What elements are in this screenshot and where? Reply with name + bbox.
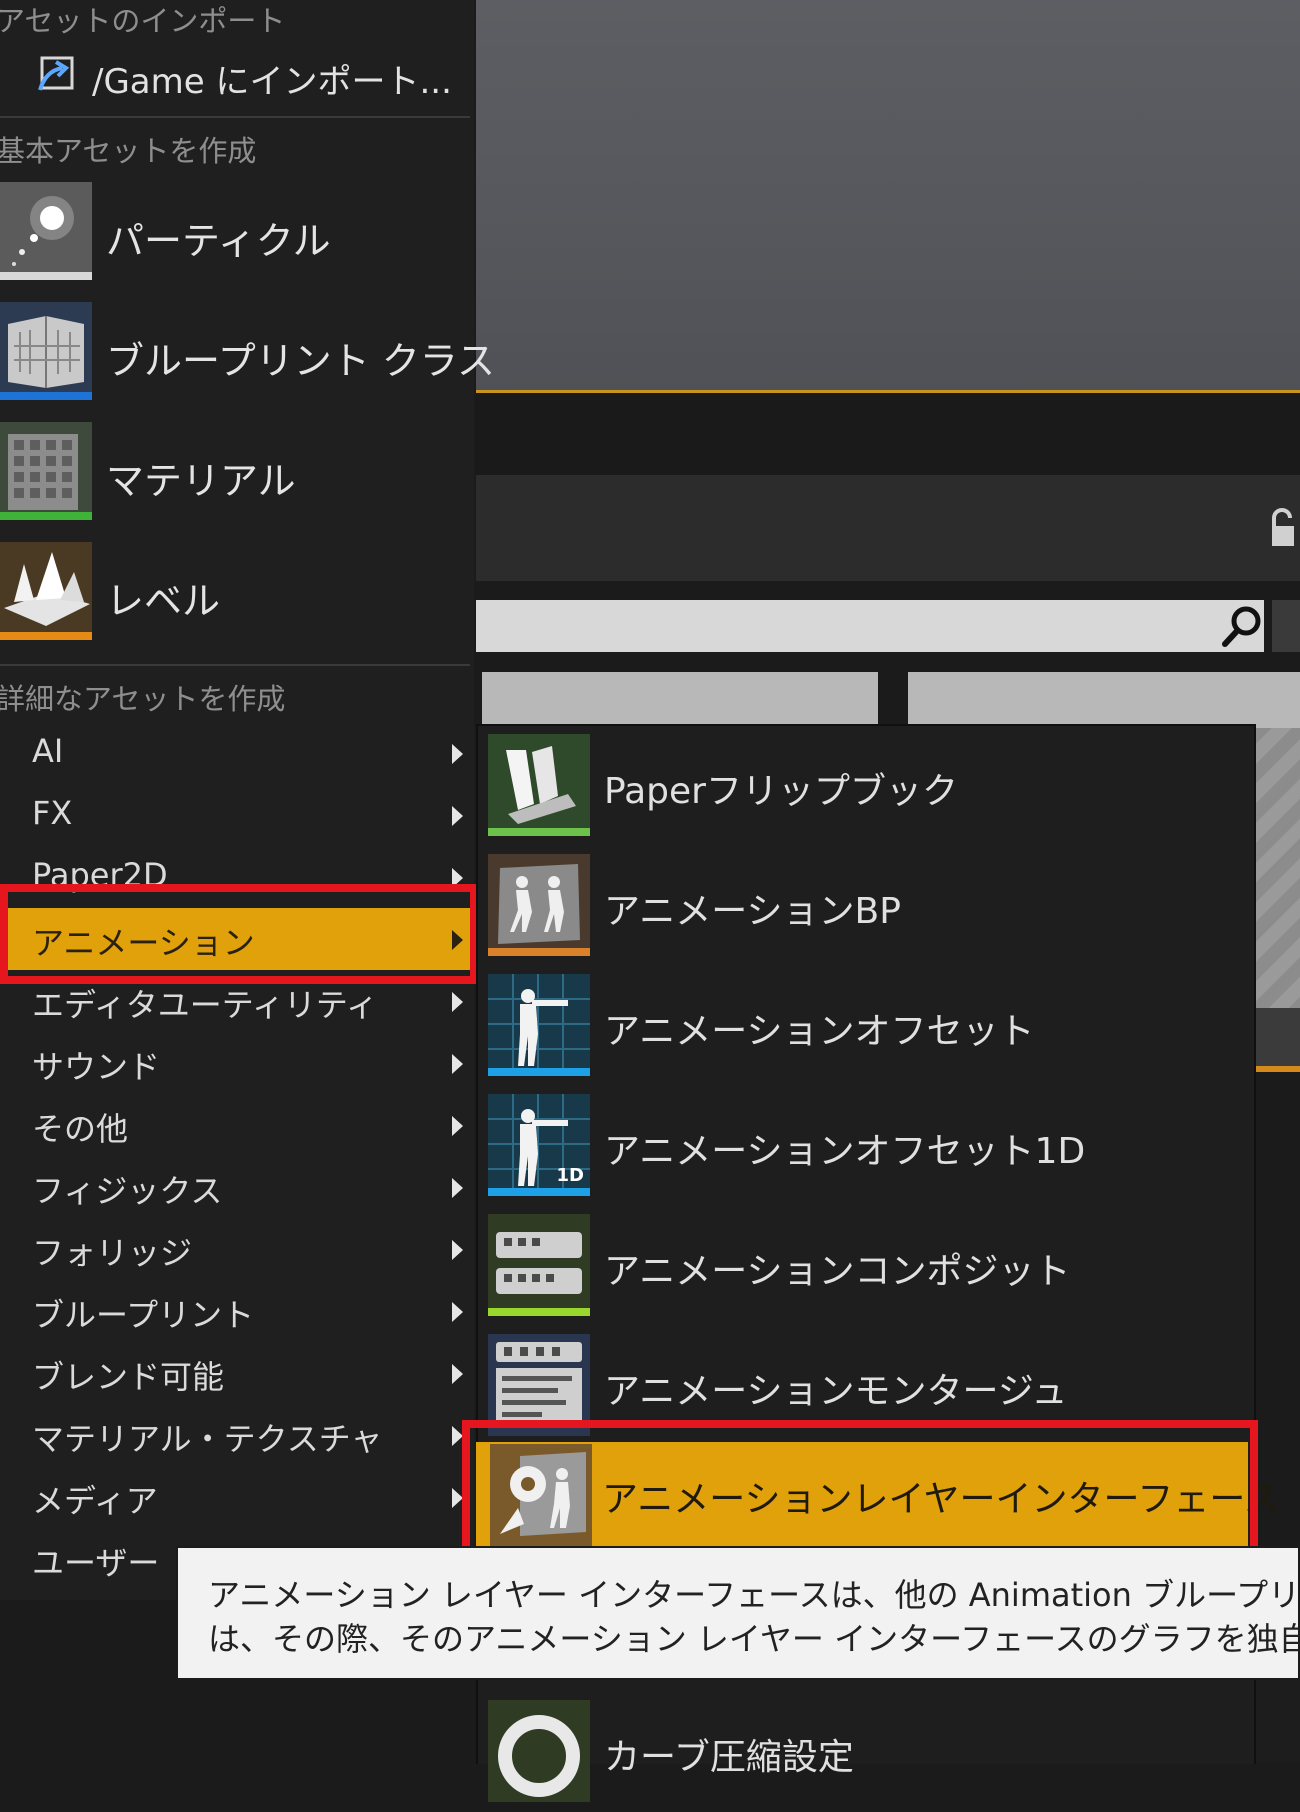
type-color-bar — [488, 1308, 590, 1316]
type-color-bar — [0, 272, 92, 280]
category-label: フォリッジ — [32, 1234, 193, 1272]
basic-item-level[interactable]: レベル — [0, 542, 470, 650]
category-fx[interactable]: FX — [0, 784, 470, 846]
content-browser-toolbar — [476, 475, 1300, 581]
basic-item-label: レベル — [106, 579, 221, 623]
type-color-bar — [0, 512, 92, 520]
category-ai[interactable]: AI — [0, 722, 470, 784]
submenu-item-paper-flipbook[interactable]: Paperフリップブック — [478, 726, 1254, 846]
submenu-item-animation-bp[interactable]: アニメーションBP — [478, 846, 1254, 966]
category-media[interactable]: メディア — [0, 1466, 470, 1528]
category-blueprint[interactable]: ブループリント — [0, 1280, 470, 1342]
submenu-item-aim-offset-1d[interactable]: 1D アニメーションオフセット1D — [478, 1086, 1254, 1206]
search-icon[interactable] — [1220, 603, 1264, 649]
section-header-basic: 基本アセットを作成 — [0, 134, 257, 168]
create-asset-menu: アセットのインポート /Game にインポート... 基本アセットを作成 パーテ… — [0, 0, 495, 1600]
menu-separator — [0, 116, 470, 118]
basic-item-material[interactable]: マテリアル — [0, 422, 470, 530]
chevron-right-icon — [452, 992, 463, 1012]
category-material-texture[interactable]: マテリアル・テクスチャ — [0, 1404, 470, 1466]
type-color-bar — [488, 1188, 590, 1196]
section-header-advanced: 詳細なアセットを作成 — [0, 682, 286, 716]
submenu-item-label: Paperフリップブック — [604, 771, 958, 812]
material-icon — [0, 422, 92, 520]
type-color-bar — [488, 828, 590, 836]
submenu-item-aim-offset[interactable]: アニメーションオフセット — [478, 966, 1254, 1086]
submenu-item-anim-composite[interactable]: アニメーションコンポジット — [478, 1206, 1254, 1326]
type-color-bar — [0, 392, 92, 400]
asset-search-input[interactable] — [476, 600, 1264, 652]
category-label: ブレンド可能 — [32, 1358, 225, 1396]
category-label: サウンド — [32, 1048, 161, 1086]
highlight-box-submenu-item — [462, 1420, 1258, 1566]
asset-view-header — [908, 672, 1300, 730]
submenu-item-label: アニメーションBP — [604, 891, 901, 932]
submenu-item-label: アニメーションオフセット — [604, 1011, 1035, 1052]
import-arrow-icon — [36, 54, 76, 94]
category-foliage[interactable]: フォリッジ — [0, 1218, 470, 1280]
chevron-right-icon — [452, 806, 463, 826]
content-browser-tabbar — [476, 393, 1300, 475]
category-label: メディア — [32, 1482, 158, 1520]
type-color-bar — [0, 632, 92, 640]
tooltip-line-2: は、その際、そのアニメーション レイヤー インターフェースのグラフを独自の — [208, 1620, 1300, 1658]
filter-panel — [482, 672, 878, 730]
category-label: AI — [32, 732, 64, 770]
chevron-right-icon — [452, 744, 463, 764]
level-icon — [0, 542, 92, 640]
submenu-item-label: アニメーションオフセット1D — [604, 1131, 1086, 1172]
type-color-bar — [488, 948, 590, 956]
category-label: エディタユーティリティ — [32, 986, 378, 1024]
menu-separator — [0, 664, 470, 666]
particle-icon — [0, 182, 92, 280]
category-label: ブループリント — [32, 1296, 255, 1334]
lock-icon[interactable] — [1268, 508, 1296, 548]
type-color-bar — [488, 1068, 590, 1076]
basic-item-label: ブループリント クラス — [106, 339, 496, 383]
anim-composite-icon — [488, 1214, 590, 1316]
basic-item-label: マテリアル — [106, 459, 296, 503]
blueprint-class-icon — [0, 302, 92, 400]
section-header-import: アセットのインポート — [0, 4, 286, 38]
aim-offset-1d-icon: 1D — [488, 1094, 590, 1196]
animation-bp-icon — [488, 854, 590, 956]
basic-item-particle[interactable]: パーティクル — [0, 182, 470, 290]
aim-offset-icon — [488, 974, 590, 1076]
asset-thumbnail-icon — [1254, 1008, 1300, 1072]
curve-compression-icon — [488, 1700, 590, 1802]
category-label: その他 — [32, 1110, 129, 1148]
category-sound[interactable]: サウンド — [0, 1032, 470, 1094]
chevron-right-icon — [452, 1116, 463, 1136]
chevron-right-icon — [452, 1240, 463, 1260]
submenu-item-label: アニメーションモンタージュ — [604, 1371, 1068, 1412]
chevron-right-icon — [452, 1302, 463, 1322]
category-blendable[interactable]: ブレンド可能 — [0, 1342, 470, 1404]
import-to-game-label: /Game にインポート... — [92, 62, 452, 102]
category-label: FX — [32, 794, 73, 832]
chevron-right-icon — [452, 1054, 463, 1074]
save-search-button[interactable] — [1272, 600, 1300, 652]
submenu-item-label: カーブ圧縮設定 — [604, 1737, 854, 1778]
category-label: ユーザー — [32, 1544, 160, 1582]
basic-item-blueprint-class[interactable]: ブループリント クラス — [0, 302, 495, 410]
category-misc[interactable]: その他 — [0, 1094, 470, 1156]
highlight-box-category — [0, 884, 478, 984]
tooltip: アニメーション レイヤー インターフェースは、他の Animation ブループ… — [176, 1546, 1300, 1680]
paper-flipbook-icon — [488, 734, 590, 836]
category-label: マテリアル・テクスチャ — [32, 1420, 383, 1458]
chevron-right-icon — [452, 1178, 463, 1198]
submenu-item-label: アニメーションコンポジット — [604, 1251, 1071, 1292]
basic-item-label: パーティクル — [106, 219, 331, 263]
badge-1d: 1D — [556, 1165, 584, 1186]
category-physics[interactable]: フィジックス — [0, 1156, 470, 1218]
category-label: フィジックス — [32, 1172, 223, 1210]
submenu-item-curve-compression[interactable]: カーブ圧縮設定 — [478, 1692, 1254, 1812]
level-viewport[interactable] — [476, 0, 1300, 394]
tooltip-line-1: アニメーション レイヤー インターフェースは、他の Animation ブループ… — [208, 1576, 1300, 1614]
import-to-game-item[interactable]: /Game にインポート... — [0, 44, 470, 104]
chevron-right-icon — [452, 1364, 463, 1384]
